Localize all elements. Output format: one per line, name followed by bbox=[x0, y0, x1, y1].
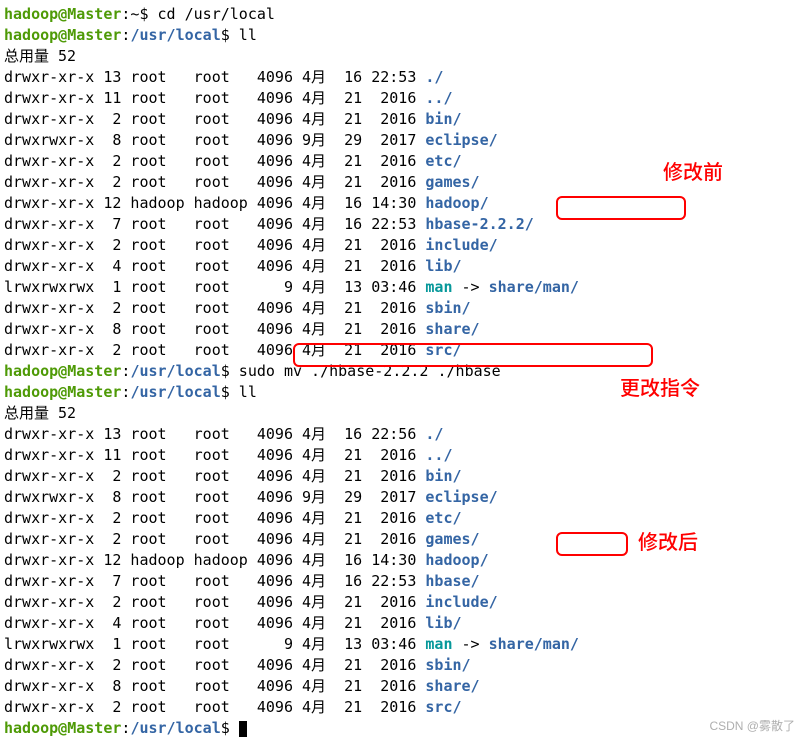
ls-row: lrwxrwxrwx 1 root root 9 4月 13 03:46 man… bbox=[4, 277, 801, 298]
ls-row: drwxr-xr-x 7 root root 4096 4月 16 22:53 … bbox=[4, 214, 801, 235]
ls-row: drwxr-xr-x 13 root root 4096 4月 16 22:53… bbox=[4, 67, 801, 88]
ls-row: drwxr-xr-x 2 root root 4096 4月 21 2016 s… bbox=[4, 655, 801, 676]
ls-row: drwxr-xr-x 2 root root 4096 4月 21 2016 i… bbox=[4, 592, 801, 613]
ls-row: drwxr-xr-x 2 root root 4096 4月 21 2016 b… bbox=[4, 466, 801, 487]
ls-row: drwxr-xr-x 12 hadoop hadoop 4096 4月 16 1… bbox=[4, 550, 801, 571]
cursor bbox=[239, 721, 247, 737]
ls-row: drwxr-xr-x 2 root root 4096 4月 21 2016 e… bbox=[4, 151, 801, 172]
ls-row: drwxr-xr-x 2 root root 4096 4月 21 2016 g… bbox=[4, 172, 801, 193]
watermark: CSDN @雾散了 bbox=[709, 716, 795, 737]
ls-row: drwxr-xr-x 12 hadoop hadoop 4096 4月 16 1… bbox=[4, 193, 801, 214]
ls-row: drwxr-xr-x 2 root root 4096 4月 21 2016 i… bbox=[4, 235, 801, 256]
ls-row: drwxr-xr-x 2 root root 4096 4月 21 2016 s… bbox=[4, 298, 801, 319]
total-line: 总用量 52 bbox=[4, 46, 801, 67]
prompt-line[interactable]: hadoop@Master:/usr/local$ ll bbox=[4, 382, 801, 403]
ls-row: drwxr-xr-x 7 root root 4096 4月 16 22:53 … bbox=[4, 571, 801, 592]
prompt-line[interactable]: hadoop@Master:/usr/local$ bbox=[4, 718, 801, 739]
ls-row: drwxr-xr-x 11 root root 4096 4月 21 2016 … bbox=[4, 88, 801, 109]
ls-row: drwxr-xr-x 8 root root 4096 4月 21 2016 s… bbox=[4, 676, 801, 697]
total-line: 总用量 52 bbox=[4, 403, 801, 424]
ls-row: drwxr-xr-x 8 root root 4096 4月 21 2016 s… bbox=[4, 319, 801, 340]
ls-row: drwxr-xr-x 11 root root 4096 4月 21 2016 … bbox=[4, 445, 801, 466]
prompt-line[interactable]: hadoop@Master:/usr/local$ ll bbox=[4, 25, 801, 46]
ls-row: lrwxrwxrwx 1 root root 9 4月 13 03:46 man… bbox=[4, 634, 801, 655]
ls-row: drwxr-xr-x 2 root root 4096 4月 21 2016 s… bbox=[4, 340, 801, 361]
ls-row: drwxr-xr-x 2 root root 4096 4月 21 2016 b… bbox=[4, 109, 801, 130]
ls-row: drwxr-xr-x 4 root root 4096 4月 21 2016 l… bbox=[4, 613, 801, 634]
ls-row: drwxrwxr-x 8 root root 4096 9月 29 2017 e… bbox=[4, 130, 801, 151]
prompt-line[interactable]: hadoop@Master:/usr/local$ sudo mv ./hbas… bbox=[4, 361, 801, 382]
ls-row: drwxr-xr-x 2 root root 4096 4月 21 2016 e… bbox=[4, 508, 801, 529]
prompt-line[interactable]: hadoop@Master:~$ cd /usr/local bbox=[4, 4, 801, 25]
ls-row: drwxr-xr-x 2 root root 4096 4月 21 2016 g… bbox=[4, 529, 801, 550]
ls-row: drwxr-xr-x 2 root root 4096 4月 21 2016 s… bbox=[4, 697, 801, 718]
terminal-output: hadoop@Master:~$ cd /usr/localhadoop@Mas… bbox=[4, 4, 801, 739]
ls-row: drwxr-xr-x 13 root root 4096 4月 16 22:56… bbox=[4, 424, 801, 445]
ls-row: drwxrwxr-x 8 root root 4096 9月 29 2017 e… bbox=[4, 487, 801, 508]
ls-row: drwxr-xr-x 4 root root 4096 4月 21 2016 l… bbox=[4, 256, 801, 277]
